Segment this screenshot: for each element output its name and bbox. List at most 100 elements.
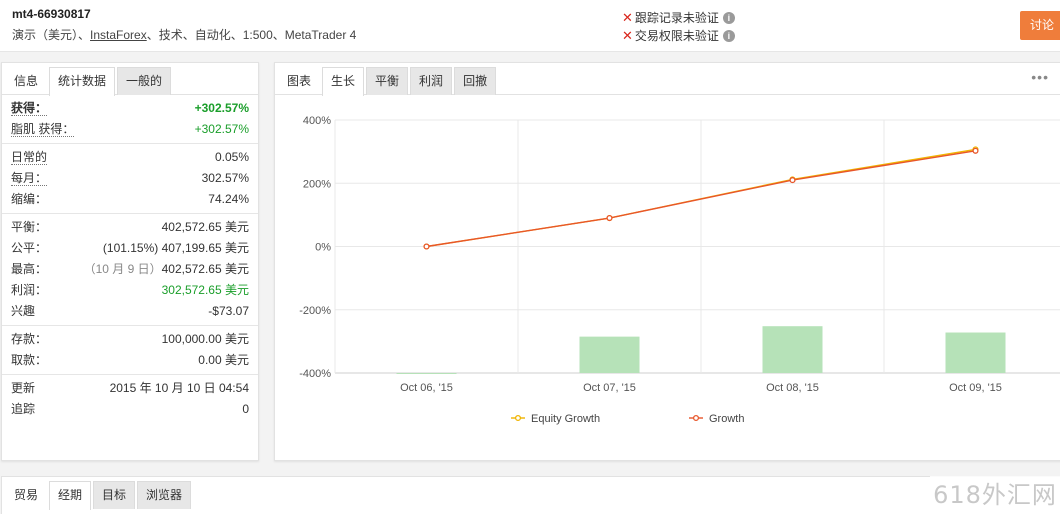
more-options-icon[interactable]: ••• [1031, 69, 1049, 85]
tracking-row: 追踪 0 [2, 399, 258, 420]
tab-chart[interactable]: 图表 [278, 67, 320, 95]
balance-row: 平衡： 402,572.65 美元 [2, 217, 258, 238]
data-point [972, 147, 979, 154]
stats-panel: 信息 统计数据 一般的 获得： +302.57% 脂肌 获得： +302.57%… [1, 62, 259, 461]
highest-value: 402,572.65 美元 [161, 262, 249, 276]
tab-general[interactable]: 一般的 [117, 67, 172, 95]
highest-label: 最高： [11, 262, 48, 276]
abs-gain-label[interactable]: 脂肌 获得： [11, 122, 75, 137]
account-details: 、技术、自动化、1:500、MetaTrader 4 [146, 28, 357, 42]
growth-chart: 400% 200% 0% -200% -400% Oct 06, '15 Oct 07, '… [299, 115, 1060, 425]
bar [945, 332, 1006, 373]
interest-value: -$73.07 [208, 304, 249, 318]
abs-gain-value: +302.57% [194, 122, 249, 136]
deposits-label: 存款： [11, 332, 48, 346]
gain-label[interactable]: 获得： [11, 101, 48, 116]
tab-goals[interactable]: 目标 [93, 481, 136, 509]
interest-row: 兴趣 -$73.07 [2, 301, 258, 322]
monthly-label[interactable]: 每月： [11, 171, 48, 186]
highest-row: 最高： （10 月 9 日）402,572.65 美元 [2, 259, 258, 280]
profit-label: 利润： [11, 283, 48, 297]
trading-privileges-verification: ✕ 交易权限未验证 i [622, 27, 735, 44]
equity-value: (101.15%) 407,199.65 美元 [102, 241, 249, 255]
monthly-row: 每月： 302.57% [2, 168, 258, 189]
abs-gain-row: 脂肌 获得： +302.57% [2, 119, 258, 140]
x-tick-label: Oct 07, '15 [583, 382, 636, 394]
updated-label: 更新 [11, 381, 36, 395]
tab-balance[interactable]: 平衡 [366, 67, 409, 95]
account-meta: 演示（美元）、InstaForex、技术、自动化、1:500、MetaTrade… [12, 26, 356, 43]
data-point [606, 214, 613, 222]
x-tick-label: Oct 08, '15 [766, 382, 819, 394]
profit-row: 利润： 302,572.65 美元 [2, 280, 258, 301]
daily-row: 日常的 0.05% [2, 147, 258, 168]
bar [579, 336, 640, 373]
bar [396, 373, 457, 374]
info-icon[interactable]: i [722, 11, 735, 24]
chart-panel: 图表 生长 平衡 利润 回撤 ••• 400% 200% 0% -200% -400% O… [274, 62, 1060, 461]
legend-label: Equity Growth [531, 413, 600, 425]
track-record-status: 跟踪记录未验证 [634, 11, 719, 25]
bottom-tabs: 贸易 经期 目标 浏览器 [2, 477, 1060, 510]
equity-row: 公平： (101.15%) 407,199.65 美元 [2, 238, 258, 259]
info-icon[interactable]: i [722, 29, 735, 42]
account-header: mt4-66930817 演示（美元）、InstaForex、技术、自动化、1:… [0, 0, 1060, 52]
rates-group: 日常的 0.05% 每月： 302.57% 缩编： 74.24% [2, 144, 258, 214]
tab-trades[interactable]: 贸易 [5, 481, 47, 509]
withdrawals-value: 0.00 美元 [198, 353, 249, 367]
updated-value: 2015 年 10 月 10 日 04:54 [109, 381, 249, 395]
gain-row: 获得： +302.57% [2, 98, 258, 119]
tracking-label: 追踪 [11, 402, 36, 416]
equity-label: 公平： [11, 241, 48, 255]
deposits-value: 100,000.00 美元 [161, 332, 249, 346]
highest-date: （10 月 9 日） [83, 262, 162, 276]
account-title: mt4-66930817 [12, 7, 91, 21]
daily-value: 0.05% [214, 150, 249, 164]
balance-group: 平衡： 402,572.65 美元 公平： (101.15%) 407,199.… [2, 214, 258, 326]
y-tick-label: -200% [299, 305, 331, 317]
gain-group: 获得： +302.57% 脂肌 获得： +302.57% [2, 95, 258, 144]
monthly-value: 302.57% [201, 171, 249, 185]
x-tick-label: Oct 09, '15 [949, 382, 1002, 394]
track-record-verification: ✕ 跟踪记录未验证 i [622, 9, 735, 26]
legend-label: Growth [709, 413, 744, 425]
y-tick-label: 400% [303, 115, 331, 127]
withdrawals-row: 取款： 0.00 美元 [2, 350, 258, 371]
watermark: 618外汇网 [930, 476, 1060, 514]
gain-value: +302.57% [194, 101, 249, 115]
highest-value-wrap: （10 月 9 日）402,572.65 美元 [84, 259, 249, 280]
y-tick-label: 0% [315, 242, 331, 254]
interest-label: 兴趣 [11, 304, 36, 318]
legend-marker [692, 414, 700, 422]
data-point [423, 243, 430, 250]
stats-tabs: 信息 统计数据 一般的 [2, 63, 258, 96]
drawdown-row: 缩编： 74.24% [2, 189, 258, 210]
withdrawals-label: 取款： [11, 353, 48, 367]
balance-label: 平衡： [11, 220, 48, 234]
daily-label[interactable]: 日常的 [11, 150, 48, 165]
profit-value: 302,572.65 美元 [161, 283, 249, 297]
account-type: 演示（美元）、 [12, 28, 91, 42]
tab-info[interactable]: 信息 [5, 67, 47, 95]
balance-value: 402,572.65 美元 [161, 220, 249, 234]
cross-icon: ✕ [622, 27, 633, 43]
tab-growth[interactable]: 生长 [322, 67, 365, 96]
y-tick-label: -400% [299, 368, 331, 380]
tab-browsers[interactable]: 浏览器 [137, 481, 192, 509]
y-tick-label: 200% [303, 178, 331, 190]
cross-icon: ✕ [622, 9, 633, 25]
updated-row: 更新 2015 年 10 月 10 日 04:54 [2, 378, 258, 399]
discuss-button[interactable]: 讨论 [1020, 11, 1060, 40]
x-tick-label: Oct 06, '15 [400, 382, 453, 394]
broker-link[interactable]: InstaForex [90, 28, 147, 42]
tab-profit[interactable]: 利润 [410, 67, 453, 95]
chart-tabs: 图表 生长 平衡 利润 回撤 [275, 63, 1060, 96]
tab-periods[interactable]: 经期 [49, 481, 92, 510]
deposits-group: 存款： 100,000.00 美元 取款： 0.00 美元 [2, 326, 258, 375]
drawdown-label: 缩编： [11, 192, 48, 206]
tracking-value: 0 [242, 402, 249, 416]
tab-drawdown[interactable]: 回撤 [454, 67, 497, 95]
trading-privileges-status: 交易权限未验证 [634, 29, 719, 43]
legend-marker [514, 414, 522, 422]
tab-statistics[interactable]: 统计数据 [49, 67, 116, 96]
